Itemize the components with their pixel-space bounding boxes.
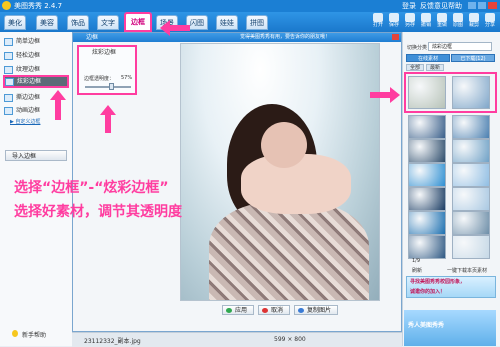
dialog-close-icon[interactable] [392, 34, 399, 40]
lightbulb-icon [12, 330, 18, 337]
tab-beautify[interactable]: 美化 [4, 15, 26, 30]
tab-text[interactable]: 文字 [97, 15, 119, 30]
save-tool[interactable]: 保存 [386, 13, 402, 29]
app-title: 美图秀秀 2.4.7 [14, 2, 63, 10]
material-thumb[interactable] [408, 115, 446, 139]
tab-online-material[interactable]: 在线素材 [406, 54, 450, 62]
material-thumb[interactable] [452, 235, 490, 259]
share-tool[interactable]: 分享 [482, 13, 498, 29]
arrow-up-icon [50, 90, 66, 120]
promo-bottom-text: 秀人美图秀秀 [408, 322, 445, 329]
save-as-tool[interactable]: 另存 [402, 13, 418, 29]
login-link[interactable]: 登录 [402, 1, 416, 11]
material-thumb[interactable] [408, 163, 446, 187]
open-tool[interactable]: 打开 [370, 13, 386, 29]
save-icon [389, 13, 399, 22]
undo-tool[interactable]: 撤销 [418, 13, 434, 29]
frame-icon [4, 65, 13, 74]
dialog-header [73, 33, 401, 42]
sidebar-item-colorful-border[interactable]: 炫彩边框 [3, 75, 69, 88]
frame-icon [4, 37, 13, 46]
opacity-slider-track[interactable] [85, 86, 131, 88]
opacity-label: 边框透明度： [84, 76, 115, 82]
category-label: 切换分类 [407, 45, 428, 51]
crop-icon [469, 13, 479, 22]
undo-icon [421, 13, 431, 22]
page-indicator: 1/9 [412, 258, 421, 264]
save-as-icon [405, 13, 415, 22]
import-border-button[interactable]: 导入边框 [5, 150, 67, 161]
check-icon [226, 308, 232, 313]
tab-collage[interactable]: 拼图 [246, 15, 268, 30]
frame-icon [4, 93, 13, 102]
arrow-right-icon [370, 87, 400, 103]
photo-dress [209, 202, 369, 300]
folder-icon [373, 13, 383, 22]
annotation-line-1: 选择“边框”-“炫彩边框” [14, 180, 169, 196]
sidebar-item-simple-border[interactable]: 简单边框 [4, 36, 68, 47]
dialog-title: 边框 [86, 34, 99, 41]
minimize-button[interactable] [468, 2, 476, 9]
promo-line-2: 诚邀你的加入！ [410, 289, 446, 295]
crop-tool[interactable]: 裁剪 [466, 13, 482, 29]
frame-icon [4, 106, 13, 115]
copy-icon [298, 308, 304, 313]
status-dimensions: 599 × 800 [274, 336, 306, 343]
subtab-latest[interactable]: 最新 [426, 64, 444, 71]
material-thumb[interactable] [452, 139, 490, 163]
subtab-all[interactable]: 全部 [406, 64, 424, 71]
cancel-icon [262, 308, 268, 313]
cancel-button[interactable]: 取消 [258, 305, 290, 315]
category-select[interactable]: 炫彩边框 [428, 42, 492, 51]
arrow-up-icon [100, 105, 116, 133]
beginner-help-link[interactable]: 新手帮助 [22, 330, 46, 339]
material-thumb[interactable] [408, 211, 446, 235]
feedback-link[interactable]: 反馈意见 [420, 1, 448, 11]
tab-border[interactable]: 边框 [124, 12, 152, 32]
close-button[interactable] [488, 2, 497, 9]
material-thumb[interactable] [408, 235, 446, 259]
tab-skin[interactable]: 美容 [36, 15, 58, 30]
opacity-value: 57% [121, 75, 133, 81]
redo-tool[interactable]: 重做 [434, 13, 450, 29]
photo-canvas[interactable] [180, 43, 380, 301]
share-icon [485, 13, 495, 22]
custom-border-link[interactable]: ▶ 自定义边框 [10, 118, 40, 125]
material-thumb[interactable] [452, 187, 490, 211]
annotation-line-2: 选择好素材，调节其透明度 [14, 204, 182, 220]
frame-icon [5, 77, 14, 86]
photo-face [261, 122, 307, 168]
original-tool[interactable]: 原图 [450, 13, 466, 29]
redo-icon [437, 13, 447, 22]
apply-button[interactable]: 应用 [222, 305, 254, 315]
dialog-banner: 觉得美图秀秀有用，要告诉你的朋友哦！ [240, 34, 331, 40]
copy-image-button[interactable]: 复制图片 [294, 305, 338, 315]
material-thumb[interactable] [452, 163, 490, 187]
sidebar-item-easy-border[interactable]: 轻松边框 [4, 50, 68, 61]
settings-title: 炫彩边框 [92, 49, 117, 56]
material-thumb[interactable] [452, 211, 490, 235]
selected-thumb-highlight [404, 72, 497, 113]
refresh-button[interactable]: 刷新 [412, 267, 422, 274]
arrow-left-icon [160, 20, 190, 36]
tab-doll[interactable]: 娃娃 [216, 15, 238, 30]
material-thumb[interactable] [408, 139, 446, 163]
maximize-button[interactable] [478, 2, 486, 9]
frame-icon [4, 51, 13, 60]
opacity-slider-thumb[interactable] [109, 83, 115, 90]
app-logo-icon [2, 1, 11, 10]
sidebar-item-texture-border[interactable]: 纹理边框 [4, 64, 68, 75]
tab-accessories[interactable]: 饰品 [67, 15, 89, 30]
material-thumb[interactable] [452, 115, 490, 139]
help-link[interactable]: 帮助 [448, 1, 462, 11]
image-icon [453, 13, 463, 22]
download-page-button[interactable]: 一键下载本页素材 [447, 267, 487, 274]
promo-line-1: 寻找美图秀秀校园形象， [410, 279, 466, 285]
status-filename: 23112332_副本.jpg [84, 338, 141, 345]
tab-downloaded[interactable]: 已下载(12) [451, 54, 495, 62]
material-thumb[interactable] [408, 187, 446, 211]
